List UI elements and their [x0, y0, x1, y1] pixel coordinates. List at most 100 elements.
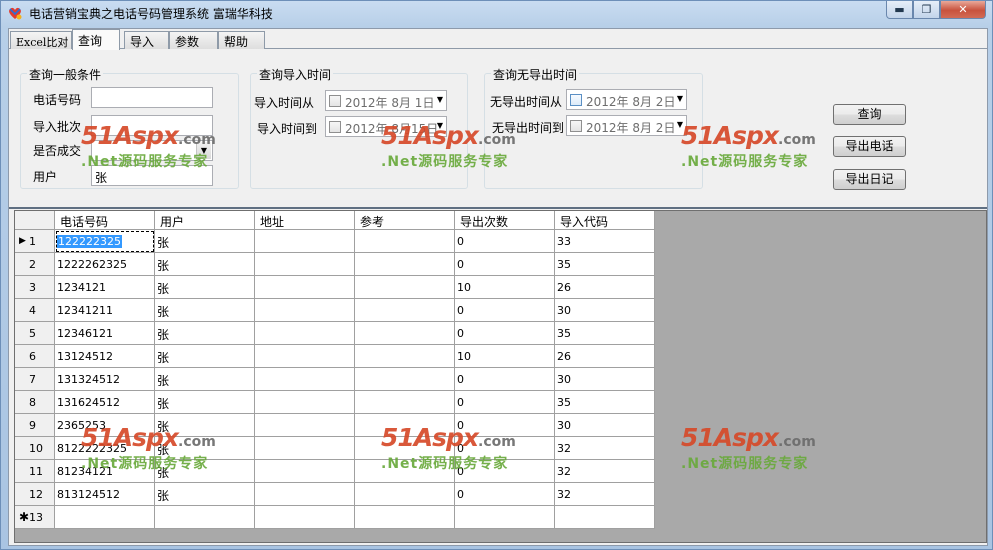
cell-reference[interactable]: [355, 460, 455, 483]
cell-import-code[interactable]: [555, 506, 655, 529]
title-bar[interactable]: 电话营销宝典之电话号码管理系统 富瑞华科技 ▬ ❐ ✕: [1, 1, 992, 25]
cell-phone[interactable]: 12341211: [55, 299, 155, 322]
cell-import-code[interactable]: 33: [555, 230, 655, 253]
table-row[interactable]: 10 8122222325 张 0 32: [15, 437, 655, 460]
cell-user[interactable]: 张: [155, 276, 255, 299]
phone-input[interactable]: [91, 87, 213, 108]
table-row[interactable]: 3 1234121 张 10 26: [15, 276, 655, 299]
table-row[interactable]: ▶ 1 122222325 张 0 33: [15, 230, 655, 253]
cell-phone[interactable]: 8122222325: [55, 437, 155, 460]
cell-user[interactable]: [155, 506, 255, 529]
cell-address[interactable]: [255, 391, 355, 414]
cell-phone[interactable]: 1222262325: [55, 253, 155, 276]
cell-phone[interactable]: 131624512: [55, 391, 155, 414]
cell-user[interactable]: 张: [155, 345, 255, 368]
cell-import-code[interactable]: 26: [555, 345, 655, 368]
cell-user[interactable]: 张: [155, 391, 255, 414]
cell-user[interactable]: 张: [155, 368, 255, 391]
cell-reference[interactable]: [355, 391, 455, 414]
cell-user[interactable]: 张: [155, 322, 255, 345]
user-input[interactable]: 张: [91, 165, 213, 186]
table-row[interactable]: 9 2365253 张 0 30: [15, 414, 655, 437]
table-row[interactable]: 11 81234121 张 0 32: [15, 460, 655, 483]
import-to-datepicker[interactable]: 2012年 8月15日 ▼: [325, 116, 447, 137]
row-header[interactable]: 2: [15, 253, 55, 276]
cell-address[interactable]: [255, 276, 355, 299]
row-header[interactable]: 11: [15, 460, 55, 483]
cell-reference[interactable]: [355, 276, 455, 299]
cell-reference[interactable]: [355, 299, 455, 322]
cell-user[interactable]: 张: [155, 253, 255, 276]
table-row[interactable]: 6 13124512 张 10 26: [15, 345, 655, 368]
cell-export-count[interactable]: 10: [455, 276, 555, 299]
cell-phone[interactable]: 1234121: [55, 276, 155, 299]
cell-import-code[interactable]: 26: [555, 276, 655, 299]
cell-export-count[interactable]: [455, 506, 555, 529]
cell-address[interactable]: [255, 414, 355, 437]
splitter[interactable]: [9, 207, 987, 209]
cell-export-count[interactable]: 0: [455, 253, 555, 276]
cell-reference[interactable]: [355, 345, 455, 368]
cell-import-code[interactable]: 32: [555, 460, 655, 483]
cell-address[interactable]: [255, 253, 355, 276]
cell-reference[interactable]: [355, 437, 455, 460]
row-header[interactable]: ✱ 13: [15, 506, 55, 529]
cell-export-count[interactable]: 10: [455, 345, 555, 368]
row-header[interactable]: 7: [15, 368, 55, 391]
cell-user[interactable]: 张: [155, 460, 255, 483]
cell-import-code[interactable]: 32: [555, 483, 655, 506]
cell-export-count[interactable]: 0: [455, 391, 555, 414]
corner-cell[interactable]: [15, 211, 55, 230]
cell-export-count[interactable]: 0: [455, 483, 555, 506]
row-header[interactable]: 6: [15, 345, 55, 368]
maximize-button[interactable]: ❐: [913, 1, 940, 19]
cell-user[interactable]: 张: [155, 299, 255, 322]
results-grid[interactable]: 电话号码 用户 地址 参考 导出次数 导入代码 ▶ 1 122222325 张 0 33 2…: [14, 210, 987, 543]
cell-user[interactable]: 张: [155, 437, 255, 460]
cell-reference[interactable]: [355, 483, 455, 506]
cell-user[interactable]: 张: [155, 483, 255, 506]
batch-input[interactable]: [91, 115, 213, 136]
cell-address[interactable]: [255, 483, 355, 506]
table-row[interactable]: 4 12341211 张 0 30: [15, 299, 655, 322]
column-header-phone[interactable]: 电话号码: [55, 211, 155, 230]
column-header-user[interactable]: 用户: [155, 211, 255, 230]
cell-address[interactable]: [255, 230, 355, 253]
import-from-checkbox[interactable]: [329, 95, 341, 107]
cell-import-code[interactable]: 30: [555, 414, 655, 437]
cell-export-count[interactable]: 0: [455, 230, 555, 253]
cell-phone[interactable]: 2365253: [55, 414, 155, 437]
cell-import-code[interactable]: 35: [555, 391, 655, 414]
row-header[interactable]: 9: [15, 414, 55, 437]
cell-export-count[interactable]: 0: [455, 437, 555, 460]
close-button[interactable]: ✕: [940, 1, 986, 19]
column-header-address[interactable]: 地址: [255, 211, 355, 230]
cell-export-count[interactable]: 0: [455, 299, 555, 322]
cell-export-count[interactable]: 0: [455, 460, 555, 483]
import-from-datepicker[interactable]: 2012年 8月 1日 ▼: [325, 90, 447, 111]
cell-import-code[interactable]: 35: [555, 322, 655, 345]
table-row[interactable]: 2 1222262325 张 0 35: [15, 253, 655, 276]
cell-reference[interactable]: [355, 506, 455, 529]
table-row[interactable]: 7 131324512 张 0 30: [15, 368, 655, 391]
no-export-to-checkbox[interactable]: [570, 120, 582, 132]
cell-address[interactable]: [255, 322, 355, 345]
cell-phone[interactable]: 813124512: [55, 483, 155, 506]
cell-address[interactable]: [255, 437, 355, 460]
cell-phone[interactable]: 81234121: [55, 460, 155, 483]
cell-address[interactable]: [255, 506, 355, 529]
tab-params[interactable]: 参数: [169, 31, 218, 49]
cell-reference[interactable]: [355, 230, 455, 253]
cell-reference[interactable]: [355, 368, 455, 391]
cell-export-count[interactable]: 0: [455, 414, 555, 437]
cell-export-count[interactable]: 0: [455, 368, 555, 391]
cell-import-code[interactable]: 32: [555, 437, 655, 460]
cell-user[interactable]: 张: [155, 230, 255, 253]
column-header-import-code[interactable]: 导入代码: [555, 211, 655, 230]
table-row[interactable]: 12 813124512 张 0 32: [15, 483, 655, 506]
success-select[interactable]: ▼: [91, 140, 213, 161]
row-header[interactable]: 3: [15, 276, 55, 299]
cell-reference[interactable]: [355, 414, 455, 437]
tab-import[interactable]: 导入: [124, 31, 169, 49]
row-header[interactable]: ▶ 1: [15, 230, 55, 253]
